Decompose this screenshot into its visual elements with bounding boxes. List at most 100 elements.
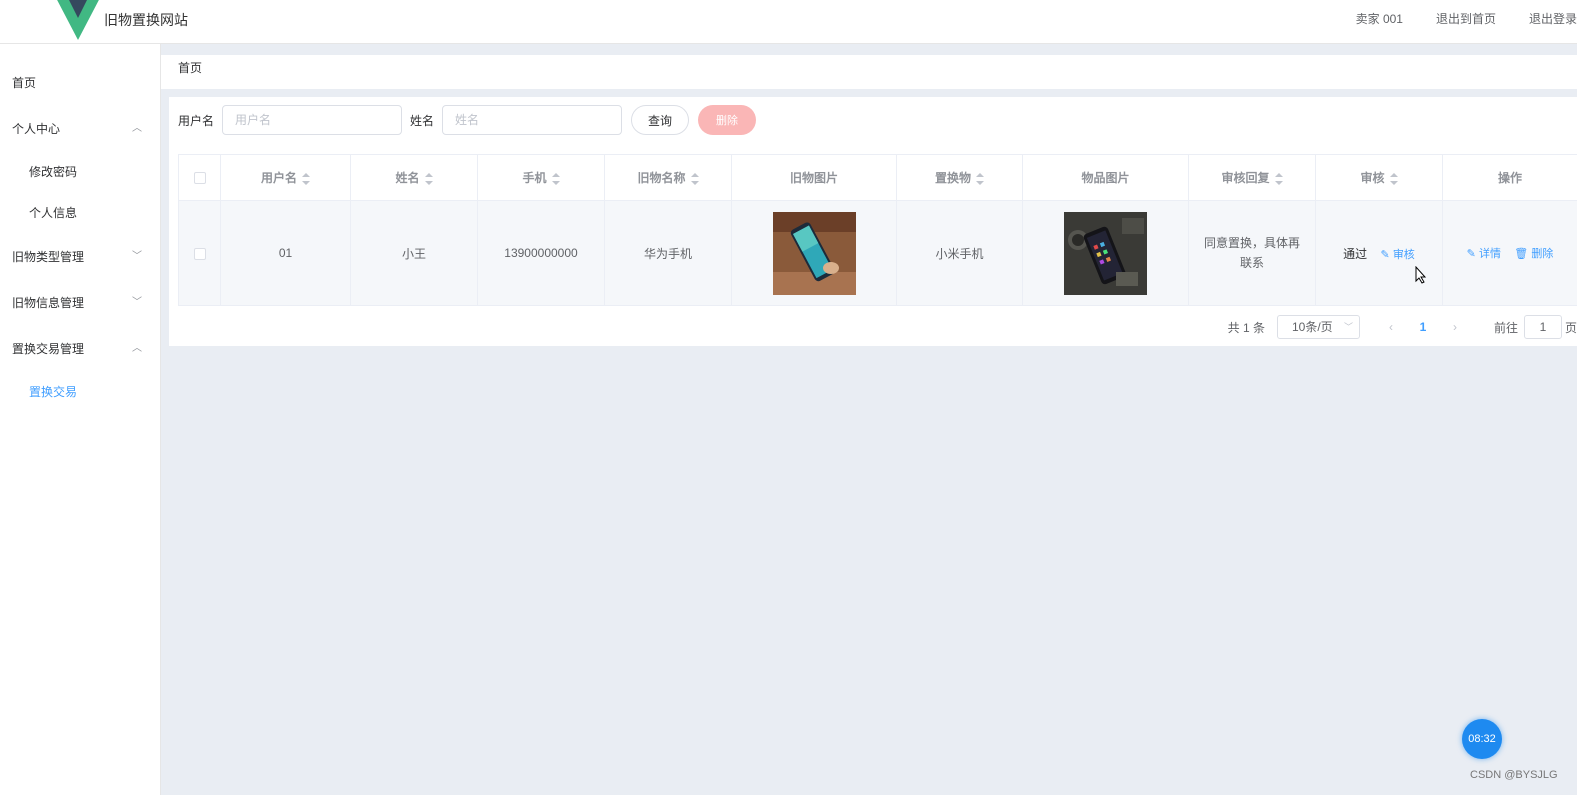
cell-item-image <box>1022 200 1189 306</box>
sidebar-item-label: 旧物信息管理 <box>12 296 85 310</box>
next-page-icon[interactable]: › <box>1444 320 1466 334</box>
delete-button[interactable]: 🗑 删除 <box>1514 248 1553 260</box>
col-item-image: 物品图片 <box>1022 154 1189 201</box>
edit-icon: ✎ <box>1466 248 1476 260</box>
chevron-down-icon: ﹀ <box>132 251 142 262</box>
sort-icon[interactable] <box>690 172 699 185</box>
goto-label: 前往 <box>1493 320 1518 335</box>
review-reply-text: 同意置换，具体再联系 <box>1203 236 1300 270</box>
goto-unit: 页 <box>1564 320 1577 335</box>
sidebar-item-label: 置换交易管理 <box>12 342 85 356</box>
column-label: 手机 <box>522 171 547 185</box>
cell-review-reply: 同意置换，具体再联系 <box>1188 200 1316 306</box>
cell-name: 小王 <box>350 200 478 306</box>
search-form: 用户名 姓名 查询 删除 <box>178 105 757 135</box>
review-status: 通过 <box>1343 246 1368 261</box>
col-phone[interactable]: 手机 <box>477 154 605 201</box>
sort-icon[interactable] <box>976 172 984 185</box>
detail-button[interactable]: ✎ 详情 <box>1467 248 1501 260</box>
breadcrumb[interactable]: 首页 <box>178 59 202 76</box>
sort-icon[interactable] <box>1389 172 1398 185</box>
column-label: 旧物图片 <box>789 171 838 185</box>
pagination-total: 共 1 条 <box>1227 320 1265 335</box>
col-name[interactable]: 姓名 <box>350 154 478 201</box>
batch-delete-button[interactable]: 删除 <box>698 105 757 135</box>
sidebar-item-exchange-management[interactable]: 置换交易管理 ︿ <box>0 326 160 372</box>
column-label: 姓名 <box>395 171 420 185</box>
trash-icon: 🗑 <box>1514 248 1529 260</box>
column-label: 审核 <box>1360 171 1385 185</box>
sidebar-item-change-password[interactable]: 修改密码 <box>0 152 160 193</box>
select-all-cell <box>178 154 221 201</box>
review-button-label: 审核 <box>1392 248 1415 261</box>
review-button[interactable]: ✎ 审核 <box>1381 249 1415 261</box>
old-item-photo[interactable] <box>772 211 856 295</box>
edit-icon: ✎ <box>1380 248 1390 261</box>
prev-page-icon[interactable]: ‹ <box>1380 320 1402 334</box>
sidebar-item-home[interactable]: 首页 <box>0 60 160 106</box>
watermark: CSDN @BYSJLG <box>1470 769 1558 781</box>
header-links: 卖家 001 退出到首页 退出登录 <box>1323 10 1577 27</box>
table-row: 01 小王 13900000000 华为手机 小米手机 同意置换，具体再联系 通… <box>178 200 1577 306</box>
sidebar-item-label: 首页 <box>12 76 37 90</box>
cell-old-item: 华为手机 <box>604 200 732 306</box>
username-input[interactable] <box>222 105 403 135</box>
column-label: 旧物名称 <box>637 171 686 185</box>
sidebar-item-personal-center[interactable]: 个人中心 ︿ <box>0 106 160 152</box>
sort-icon[interactable] <box>302 172 310 185</box>
sort-icon[interactable] <box>551 172 560 185</box>
cell-actions: ✎ 详情 🗑 删除 <box>1442 200 1577 306</box>
back-home-link[interactable]: 退出到首页 <box>1436 10 1496 27</box>
sidebar-item-exchange-trade[interactable]: 置换交易 <box>0 372 160 413</box>
floating-clock[interactable]: 08:32 <box>1462 719 1502 759</box>
col-review-reply[interactable]: 审核回复 <box>1188 154 1316 201</box>
column-label: 审核回复 <box>1221 171 1270 185</box>
delete-button-label: 删除 <box>1531 248 1554 260</box>
breadcrumb-bar: 首页 <box>161 55 1577 89</box>
content-panel: 用户名 姓名 查询 删除 用户名 姓名 手机 旧物名称 旧物图片 置换物 <box>169 97 1577 346</box>
name-label: 姓名 <box>410 113 435 128</box>
col-review[interactable]: 审核 <box>1315 154 1443 201</box>
logout-link[interactable]: 退出登录 <box>1529 10 1577 27</box>
sidebar-item-info-management[interactable]: 旧物信息管理 ﹀ <box>0 280 160 326</box>
column-label: 物品图片 <box>1081 171 1130 185</box>
column-label: 用户名 <box>260 171 297 185</box>
page-number[interactable]: 1 <box>1412 320 1434 334</box>
page-size-value: 10条/页 <box>1291 320 1333 334</box>
sort-icon[interactable] <box>424 172 433 185</box>
sidebar-menu: 首页 个人中心 ︿ 修改密码 个人信息 旧物类型管理 ﹀ 旧物信息管理 ﹀ 置换… <box>0 44 161 795</box>
col-exchange-item[interactable]: 置换物 <box>896 154 1023 201</box>
select-all-checkbox[interactable] <box>193 172 206 185</box>
exchange-table: 用户名 姓名 手机 旧物名称 旧物图片 置换物 物品图片 审核回复 审核 操作 … <box>178 154 1577 306</box>
name-input[interactable] <box>442 105 623 135</box>
row-checkbox[interactable] <box>193 247 206 260</box>
query-button[interactable]: 查询 <box>631 105 690 135</box>
chevron-up-icon: ︿ <box>132 123 142 134</box>
cell-old-image <box>731 200 897 306</box>
col-old-image: 旧物图片 <box>731 154 897 201</box>
chevron-down-icon: ﹀ <box>132 297 142 308</box>
sort-icon[interactable] <box>1274 172 1283 185</box>
site-title: 旧物置换网站 <box>104 12 188 28</box>
username-label: 用户名 <box>178 113 215 128</box>
row-select-cell <box>178 200 221 306</box>
col-old-item[interactable]: 旧物名称 <box>604 154 732 201</box>
mouse-cursor-icon <box>1415 266 1427 284</box>
main-content: 首页 用户名 姓名 查询 删除 用户名 姓名 手机 旧物名称 <box>161 44 1577 795</box>
sidebar-item-type-management[interactable]: 旧物类型管理 ﹀ <box>0 234 160 280</box>
chevron-down-icon: ﹀ <box>1343 322 1353 332</box>
top-header: 旧物置换网站 卖家 001 退出到首页 退出登录 <box>0 0 1577 44</box>
sidebar-item-label: 旧物类型管理 <box>12 250 85 264</box>
sidebar-item-personal-info[interactable]: 个人信息 <box>0 193 160 234</box>
column-label: 操作 <box>1497 171 1522 185</box>
cell-username: 01 <box>220 200 351 306</box>
user-label: 卖家 001 <box>1355 12 1403 26</box>
goto-page-input[interactable] <box>1523 315 1562 339</box>
col-actions: 操作 <box>1442 154 1577 201</box>
cell-exchange-item: 小米手机 <box>896 200 1023 306</box>
column-label: 置换物 <box>934 171 971 185</box>
col-username[interactable]: 用户名 <box>220 154 351 201</box>
cell-phone: 13900000000 <box>477 200 605 306</box>
item-photo[interactable] <box>1064 211 1147 295</box>
page-size-select[interactable]: 10条/页 ﹀ <box>1276 315 1360 339</box>
